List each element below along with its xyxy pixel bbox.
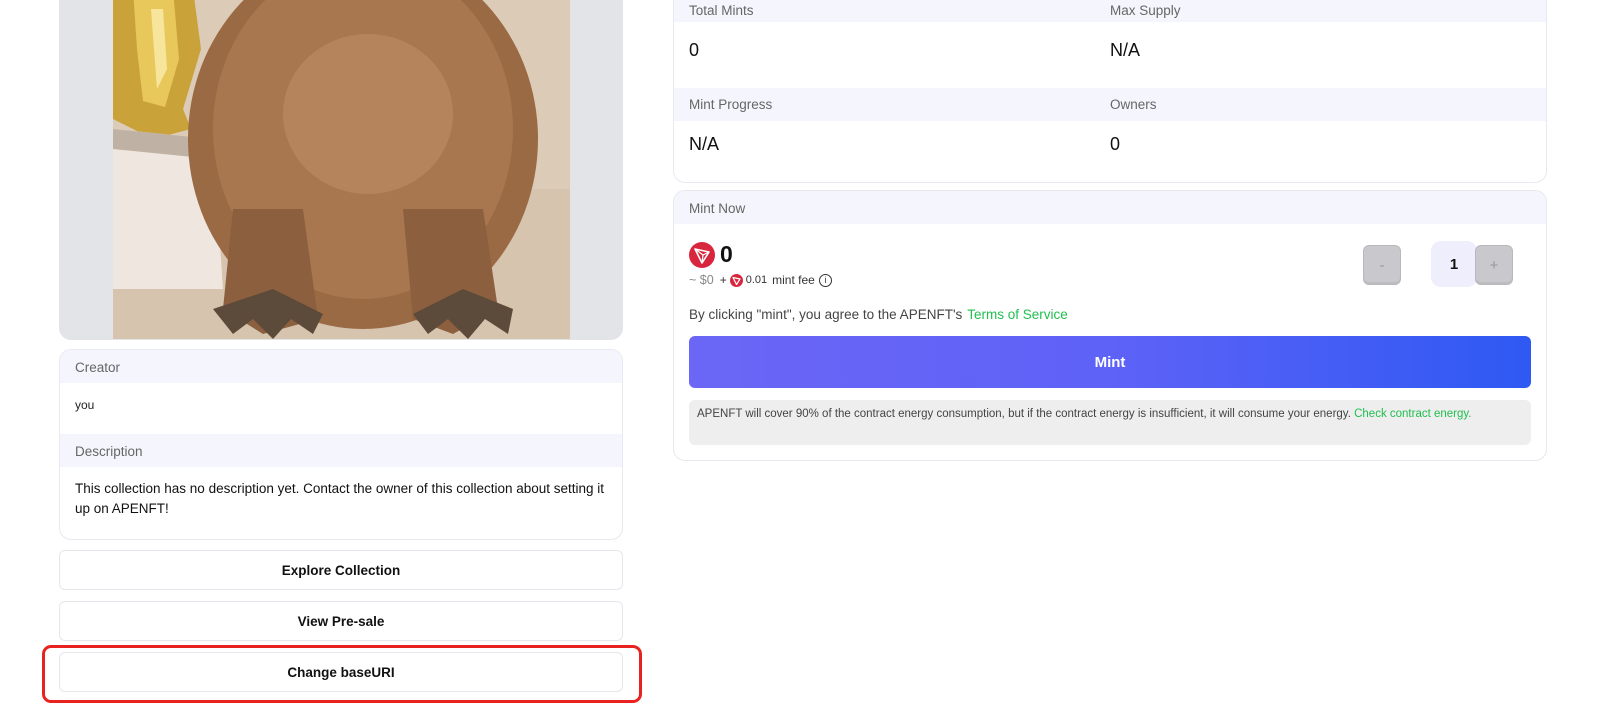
description-text: This collection has no description yet. … xyxy=(75,481,605,516)
energy-note: APENFT will cover 90% of the contract en… xyxy=(689,400,1531,445)
usd-estimate: ~ $0 xyxy=(689,273,714,287)
explore-collection-button[interactable]: Explore Collection xyxy=(59,550,623,590)
mint-price: 0 xyxy=(720,241,733,267)
description-label: Description xyxy=(60,434,622,467)
decrement-button[interactable]: - xyxy=(1363,245,1401,285)
owners-label: Owners xyxy=(1110,97,1157,112)
fee-amount: 0.01 xyxy=(745,274,768,286)
info-icon[interactable]: i xyxy=(818,273,832,287)
increment-button[interactable]: + xyxy=(1475,245,1513,285)
terms-of-service-link[interactable]: Terms of Service xyxy=(967,307,1068,322)
owners-value: 0 xyxy=(1110,134,1121,154)
tron-icon xyxy=(689,241,715,268)
price-row: 0 xyxy=(689,241,733,268)
view-presale-button[interactable]: View Pre-sale xyxy=(59,601,623,641)
mint-progress-label: Mint Progress xyxy=(689,97,773,112)
max-supply-value: N/A xyxy=(1110,40,1141,60)
total-mints-value: 0 xyxy=(689,40,700,60)
quantity-value[interactable]: 1 xyxy=(1431,241,1477,287)
creator-value: you xyxy=(75,398,95,412)
creator-label: Creator xyxy=(60,350,622,383)
terms-notice: By clicking "mint", you agree to the APE… xyxy=(689,307,1068,322)
mint-card: Mint Now 0 ~ $0 + 0.01 mint fee i - 1 + … xyxy=(673,190,1547,461)
tron-small-icon xyxy=(729,273,743,287)
terms-text: By clicking "mint", you agree to the APE… xyxy=(689,307,963,322)
total-mints-label: Total Mints xyxy=(689,3,754,18)
max-supply-label: Max Supply xyxy=(1110,3,1181,18)
change-baseuri-button[interactable]: Change baseURI xyxy=(59,652,623,692)
mint-button[interactable]: Mint xyxy=(689,336,1531,388)
stats-card: Total Mints Max Supply 0 N/A Mint Progre… xyxy=(673,0,1547,183)
mint-progress-value: N/A xyxy=(689,134,720,154)
fee-row: ~ $0 + 0.01 mint fee i xyxy=(689,273,832,287)
fee-prefix: + xyxy=(719,273,727,287)
fee-label: mint fee xyxy=(772,273,815,287)
collection-image xyxy=(113,0,570,339)
energy-note-text: APENFT will cover 90% of the contract en… xyxy=(697,408,1351,420)
collection-image-card xyxy=(59,0,623,340)
collection-info-card: Creator you Description This collection … xyxy=(59,349,623,540)
mint-now-heading: Mint Now xyxy=(674,191,1546,224)
check-contract-energy-link[interactable]: Check contract energy. xyxy=(1354,408,1471,420)
